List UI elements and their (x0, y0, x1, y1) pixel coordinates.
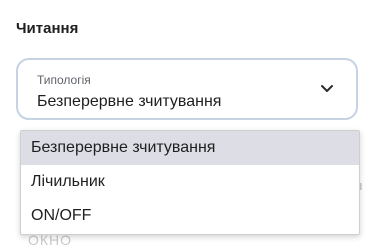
chevron-down-icon[interactable] (320, 82, 334, 96)
typology-select[interactable]: Типологія Безперервне зчитування (16, 58, 358, 120)
option-counter[interactable]: Лічильник (21, 165, 359, 199)
option-continuous-reading[interactable]: Безперервне зчитування (21, 131, 359, 165)
typology-dropdown-list: Безперервне зчитування Лічильник ON/OFF (20, 130, 360, 235)
option-on-off[interactable]: ON/OFF (21, 199, 359, 233)
section-title: Читання (16, 20, 79, 37)
typology-label: Типологія (37, 73, 91, 87)
typology-selected-value: Безперервне зчитування (37, 93, 222, 110)
